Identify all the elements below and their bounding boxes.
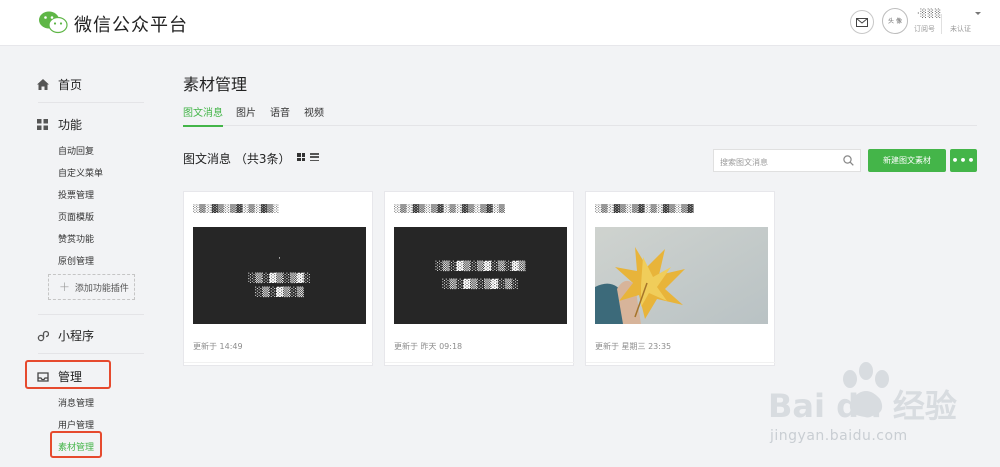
- article-title[interactable]: ░▒░▓▒░▒▓░▒░▓▒░▒▓: [595, 204, 770, 213]
- account-divider: [941, 14, 942, 34]
- platform-title[interactable]: 微信公众平台: [74, 11, 188, 37]
- article-card[interactable]: ░▒░▓▒░▒▓░▒░▓▒░▒▓░▒ ░▒░▓▒░▒▓░▒░▓▒ ░▒░▓▒░▒…: [384, 191, 575, 366]
- sidebar-item-label: 管理: [58, 370, 83, 384]
- cover-text: ·: [278, 253, 281, 264]
- sidebar-item-label: 首页: [58, 78, 83, 92]
- account-avatar[interactable]: 头 像: [882, 8, 908, 34]
- search-icon[interactable]: [843, 155, 854, 166]
- article-card[interactable]: ░▒░▓▒░▒▓░▒░▓▒░ · ░▒░▓▒░▒▓░ ░▒░▓▒░▒ 更新于 1…: [183, 191, 374, 366]
- tab-news[interactable]: 图文消息: [183, 104, 223, 127]
- tab-video[interactable]: 视频: [304, 104, 324, 125]
- cover-text: ░▒░▓▒░▒▓░▒░: [442, 279, 519, 290]
- watermark-url: jingyan.baidu.com: [770, 428, 908, 444]
- list-view-icon[interactable]: [310, 153, 319, 161]
- sidebar-item-mini-program[interactable]: 小程序: [36, 327, 94, 344]
- account-type: 订阅号: [914, 25, 935, 33]
- mail-button[interactable]: [850, 10, 874, 34]
- sidebar-item-manage[interactable]: 管理: [36, 368, 82, 385]
- sidebar-item-users[interactable]: 用户管理: [58, 418, 94, 431]
- article-card[interactable]: ░▒░▓▒░▒▓░▒░▓▒░▒▓ 更新于 星期三 23:35: [585, 191, 776, 366]
- inbox-icon: [36, 370, 49, 383]
- divider: [38, 102, 144, 103]
- home-icon: [36, 78, 49, 91]
- plus-icon: +: [59, 279, 70, 295]
- article-updated: 更新于 昨天 09:18: [394, 342, 463, 351]
- tab-bar: 图文消息 图片 语音 视频: [183, 104, 977, 127]
- sidebar-item-home[interactable]: 首页: [36, 76, 82, 93]
- sidebar-item-custom-menu[interactable]: 自定义菜单: [58, 166, 103, 179]
- account-status: 未认证: [950, 25, 971, 33]
- sidebar-item-label: 小程序: [58, 329, 95, 343]
- card-footer-divider: [586, 362, 776, 363]
- watermark-logo-text: Bai du 经验: [768, 387, 957, 425]
- search-box: [713, 149, 861, 173]
- article-updated: 更新于 星期三 23:35: [595, 342, 672, 351]
- section-title: 图文消息 （共3条）: [183, 152, 291, 166]
- account-name[interactable]: ·░░░: [917, 9, 942, 18]
- tab-voice[interactable]: 语音: [270, 104, 290, 125]
- cover-text: ░▒░▓▒░▒: [255, 287, 304, 298]
- grid-icon: [36, 118, 49, 131]
- sidebar-item-page-template[interactable]: 页面模版: [58, 210, 94, 223]
- article-updated: 更新于 14:49: [193, 342, 243, 351]
- tab-image[interactable]: 图片: [236, 104, 256, 125]
- divider: [38, 314, 144, 315]
- sidebar-item-messages[interactable]: 消息管理: [58, 396, 94, 409]
- page-title: 素材管理: [183, 75, 248, 94]
- top-bar: 微信公众平台 头 像 ·░░░ 订阅号 未认证: [0, 0, 1000, 46]
- account-menu-caret-icon[interactable]: [975, 12, 981, 15]
- add-plugin-button[interactable]: + 添加功能插件: [48, 274, 135, 300]
- grid-view-icon[interactable]: [297, 153, 305, 161]
- link-icon: [36, 329, 49, 342]
- new-article-button[interactable]: 新建图文素材: [868, 149, 946, 172]
- article-cover[interactable]: · ░▒░▓▒░▒▓░ ░▒░▓▒░▒: [193, 227, 366, 324]
- wechat-logo-icon[interactable]: [38, 10, 68, 34]
- sidebar-item-auto-reply[interactable]: 自动回复: [58, 144, 94, 157]
- divider: [38, 353, 144, 354]
- more-button[interactable]: •••: [950, 149, 977, 172]
- cover-text: ░▒░▓▒░▒▓░: [248, 273, 311, 284]
- search-input[interactable]: [714, 152, 834, 173]
- card-footer-divider: [385, 362, 575, 363]
- article-cover[interactable]: ░▒░▓▒░▒▓░▒░▓▒ ░▒░▓▒░▒▓░▒░: [394, 227, 567, 324]
- sidebar-item-original[interactable]: 原创管理: [58, 254, 94, 267]
- cover-text: ░▒░▓▒░▒▓░▒░▓▒: [435, 261, 526, 272]
- mail-icon: [856, 17, 868, 27]
- sidebar-item-material[interactable]: 素材管理: [58, 440, 94, 453]
- card-footer-divider: [184, 362, 374, 363]
- sidebar-item-vote[interactable]: 投票管理: [58, 188, 94, 201]
- sidebar-item-reward[interactable]: 赞赏功能: [58, 232, 94, 245]
- article-title[interactable]: ░▒░▓▒░▒▓░▒░▓▒░▒▓░▒: [394, 204, 569, 213]
- add-plugin-label: 添加功能插件: [74, 283, 129, 294]
- sidebar: 首页 功能 自动回复 自定义菜单 投票管理 页面模版 赞赏功能 原创管理 + 添…: [20, 46, 150, 467]
- article-title[interactable]: ░▒░▓▒░▒▓░▒░▓▒░: [193, 204, 368, 213]
- sidebar-item-label: 功能: [58, 118, 83, 132]
- article-cover-photo[interactable]: [595, 227, 768, 324]
- sidebar-item-features[interactable]: 功能: [36, 116, 82, 133]
